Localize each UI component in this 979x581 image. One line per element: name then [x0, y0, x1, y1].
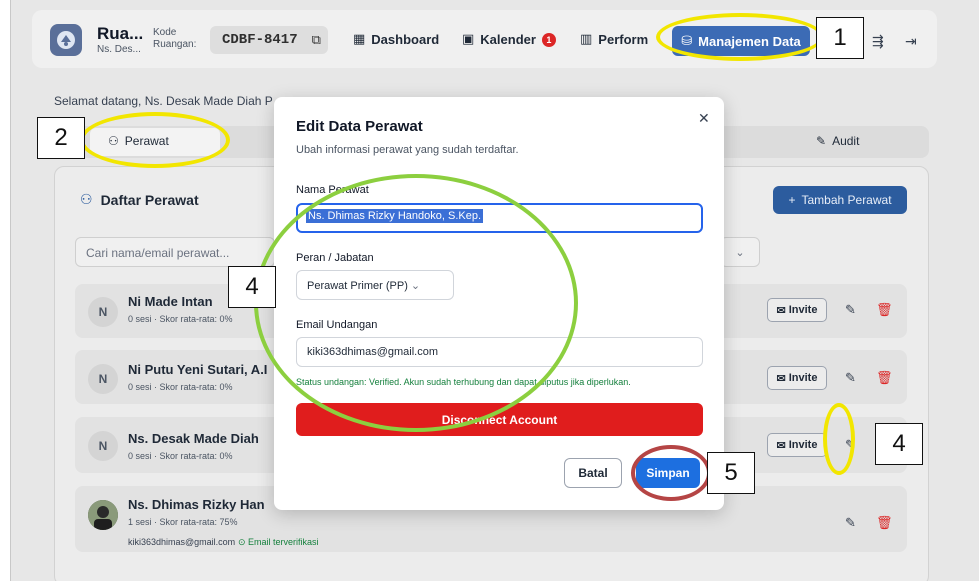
database-icon: ⛁ — [681, 33, 693, 49]
kode-label-line1: Kode — [153, 27, 177, 38]
room-code-chip[interactable]: CDBF-8417 ⧉ — [210, 26, 328, 54]
avatar: N — [88, 297, 118, 327]
nurse-name: Ni Putu Yeni Sutari, A.I — [128, 362, 268, 377]
chevron-down-icon: ⌄ — [735, 246, 745, 259]
mail-icon: ✉ — [776, 304, 786, 317]
grid-icon: ▦ — [353, 32, 366, 47]
bar-chart-icon: ▥ — [580, 32, 593, 47]
users-icon: ⚇ — [80, 192, 93, 208]
nav-manajemen-label: Manajemen Data — [698, 33, 801, 49]
edit-icon[interactable]: ✎ — [845, 370, 856, 386]
tab-perawat-label: Perawat — [124, 134, 169, 148]
avatar: N — [88, 364, 118, 394]
annotation-number: 4 — [875, 423, 923, 465]
email-label: Email Undangan — [296, 319, 378, 331]
invite-button[interactable]: ✉ Invite — [767, 298, 827, 322]
role-label: Peran / Jabatan — [296, 252, 374, 264]
calendar-icon: ▣ — [462, 32, 475, 47]
role-select[interactable]: Perawat Primer (PP) ⌄ — [296, 270, 454, 300]
users-icon: ⚇ — [108, 134, 119, 148]
plus-icon: + — [788, 193, 796, 207]
tab-audit-label: Audit — [832, 134, 860, 148]
nurse-meta: 0 sesi · Skor rata-rata: 0% — [128, 382, 233, 392]
edit-icon[interactable]: ✎ — [845, 302, 856, 318]
pencil-icon: ✎ — [816, 134, 827, 148]
invite-label: Invite — [788, 304, 818, 316]
modal-title: Edit Data Perawat — [296, 118, 423, 135]
kode-label-line2: Ruangan: — [153, 39, 197, 50]
invite-button[interactable]: ✉ Invite — [767, 433, 827, 457]
email-field[interactable]: kiki363dhimas@gmail.com — [296, 337, 703, 367]
logo-icon — [57, 31, 75, 49]
delete-icon[interactable]: 🗑 — [876, 515, 893, 531]
filter-select[interactable]: ⌄ — [720, 237, 760, 267]
invite-status-text: Status undangan: Verified. Akun sudah te… — [296, 377, 631, 387]
app-logo — [50, 24, 82, 56]
mail-icon: ✉ — [776, 439, 786, 452]
add-nurse-label: Tambah Perawat — [801, 193, 892, 207]
role-value: Perawat Primer (PP) — [307, 280, 408, 292]
welcome-text: Selamat datang, Ns. Desak Made Diah P — [54, 94, 273, 108]
nav-performa-label: Perform — [598, 32, 649, 47]
notification-badge: 1 — [541, 32, 556, 47]
delete-icon[interactable]: 🗑 — [876, 370, 893, 386]
name-label: Nama Perawat — [296, 184, 369, 196]
edit-icon[interactable]: ✎ — [845, 437, 856, 453]
invite-label: Invite — [788, 372, 818, 384]
nav-dashboard-label: Dashboard — [371, 32, 440, 47]
invite-label: Invite — [788, 439, 818, 451]
cancel-button[interactable]: Batal — [564, 458, 622, 488]
panel-title-text: Daftar Perawat — [100, 192, 199, 208]
annotation-number: 4 — [228, 266, 276, 308]
name-value: Ns. Dhimas Rizky Handoko, S.Kep. — [306, 209, 484, 223]
avatar-photo — [88, 500, 118, 530]
annotation-number: 5 — [707, 452, 755, 494]
nurse-name: Ns. Desak Made Diah — [128, 431, 259, 446]
disconnect-account-button[interactable]: Disconnect Account — [296, 403, 703, 436]
tab-audit[interactable]: ✎ Audit — [816, 134, 859, 148]
nurse-meta: 0 sesi · Skor rata-rata: 0% — [128, 451, 233, 461]
check-circle-icon: ⊙ — [238, 537, 249, 547]
nav-dashboard[interactable]: ▦ Dashboard — [353, 32, 439, 47]
nav-kalender-label: Kalender — [480, 32, 536, 47]
nurse-name: Ns. Dhimas Rizky Han — [128, 497, 265, 512]
copy-icon[interactable]: ⧉ — [312, 33, 321, 48]
tab-perawat[interactable]: ⚇ Perawat — [108, 134, 169, 148]
verified-label: Email terverifikasi — [248, 537, 319, 547]
logout-icon[interactable]: ⇥ — [905, 33, 917, 50]
nurse-meta: 1 sesi · Skor rata-rata: 75% — [128, 517, 238, 527]
chevron-down-icon: ⌄ — [410, 280, 421, 292]
close-icon[interactable]: ✕ — [698, 110, 710, 127]
search-input[interactable]: Cari nama/email perawat... — [75, 237, 275, 267]
avatar-photo-icon — [88, 500, 118, 530]
settings-icon[interactable]: ⇶ — [872, 33, 884, 50]
annotation-number: 2 — [37, 117, 85, 159]
nav-performa[interactable]: ▥ Perform — [580, 32, 648, 47]
edit-icon[interactable]: ✎ — [845, 515, 856, 531]
mail-icon: ✉ — [776, 372, 786, 385]
verified-badge: ⊙ Email terverifikasi — [238, 537, 319, 548]
save-button[interactable]: Simpan — [636, 458, 700, 488]
room-code-value: CDBF-8417 — [222, 32, 298, 48]
nurse-email: kiki363dhimas@gmail.com — [128, 537, 236, 547]
avatar: N — [88, 431, 118, 461]
nurse-meta: 0 sesi · Skor rata-rata: 0% — [128, 314, 233, 324]
add-nurse-button[interactable]: + Tambah Perawat — [773, 186, 907, 214]
annotation-number: 1 — [816, 17, 864, 59]
brand-subtitle: Ns. Des... — [97, 44, 141, 55]
name-field[interactable]: Ns. Dhimas Rizky Handoko, S.Kep. — [296, 203, 703, 233]
room-code-label: Kode Ruangan: — [153, 27, 196, 51]
delete-icon[interactable]: 🗑 — [876, 302, 893, 318]
invite-button[interactable]: ✉ Invite — [767, 366, 827, 390]
nav-kalender[interactable]: ▣ Kalender 1 — [462, 32, 556, 47]
nav-manajemen-data[interactable]: ⛁ Manajemen Data — [672, 26, 810, 56]
nurse-name: Ni Made Intan — [128, 294, 213, 309]
panel-title: ⚇ Daftar Perawat — [80, 192, 199, 208]
brand-name: Rua... — [97, 24, 144, 43]
modal-subtitle: Ubah informasi perawat yang sudah terdaf… — [296, 144, 519, 156]
edit-nurse-modal — [274, 97, 724, 510]
